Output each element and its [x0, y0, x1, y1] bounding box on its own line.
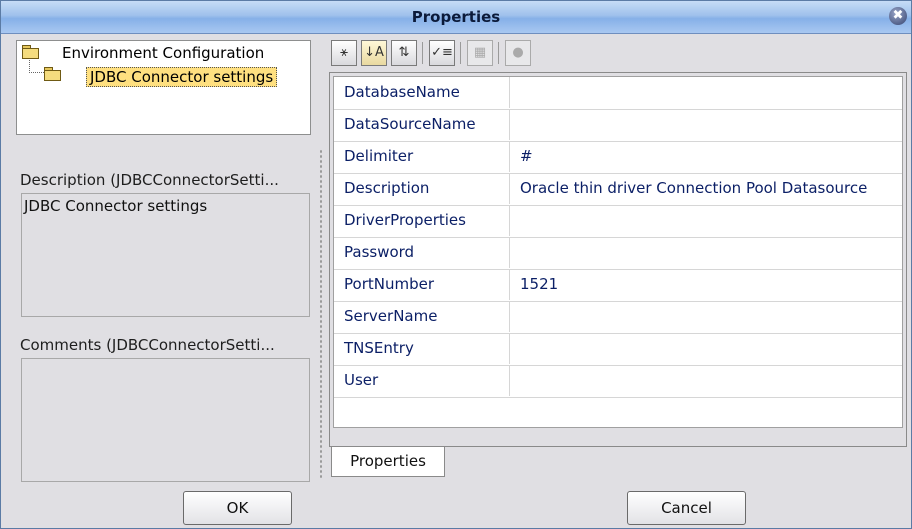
property-row[interactable]: Description Oracle thin driver Connectio…	[334, 173, 902, 206]
folder-icon	[22, 45, 39, 59]
property-value[interactable]	[510, 301, 912, 332]
categorized-icon[interactable]: ⚹	[331, 40, 357, 66]
comments-field[interactable]	[21, 358, 310, 482]
toolbar-separator	[460, 42, 461, 64]
property-name: ServerName	[334, 301, 510, 332]
cancel-button[interactable]: Cancel	[627, 491, 746, 525]
property-row[interactable]: Delimiter #	[334, 141, 902, 174]
property-name: TNSEntry	[334, 333, 510, 364]
property-value[interactable]	[510, 205, 912, 236]
sort-alphabetical-icon[interactable]: ↓A	[361, 40, 387, 66]
property-value[interactable]	[510, 77, 912, 108]
property-name: DataSourceName	[334, 109, 510, 140]
property-value[interactable]	[510, 365, 912, 396]
property-sheet: DatabaseName DataSourceName Delimiter # …	[329, 72, 907, 447]
property-name: Password	[334, 237, 510, 268]
property-value[interactable]	[510, 333, 912, 364]
property-grid: DatabaseName DataSourceName Delimiter # …	[333, 76, 903, 428]
panel-splitter[interactable]	[319, 149, 323, 479]
property-name: Delimiter	[334, 141, 510, 172]
property-name: User	[334, 365, 510, 396]
description-label: Description (JDBCConnectorSetti...	[20, 171, 279, 189]
property-name: DriverProperties	[334, 205, 510, 236]
property-value[interactable]	[510, 109, 912, 140]
property-row[interactable]: DatabaseName	[334, 77, 902, 110]
property-row[interactable]: DataSourceName	[334, 109, 902, 142]
property-name: Description	[334, 173, 510, 204]
property-value[interactable]: 1521	[510, 269, 912, 300]
tree-connector	[29, 60, 44, 73]
property-row[interactable]: TNSEntry	[334, 333, 902, 366]
properties-dialog: Properties ✖ Environment Configuration J…	[0, 0, 912, 529]
tree-item-environment-configuration[interactable]: Environment Configuration	[62, 44, 264, 62]
tree-item-jdbc-connector-settings[interactable]: JDBC Connector settings	[86, 67, 278, 87]
configuration-tree: Environment Configuration JDBC Connector…	[16, 40, 311, 135]
property-name: DatabaseName	[334, 77, 510, 108]
property-value[interactable]	[510, 237, 912, 268]
property-name: PortNumber	[334, 269, 510, 300]
description-field[interactable]: JDBC Connector settings	[21, 193, 310, 317]
property-row[interactable]: PortNumber 1521	[334, 269, 902, 302]
property-row[interactable]: User	[334, 365, 902, 398]
property-row[interactable]: ServerName	[334, 301, 902, 334]
sort-by-type-icon[interactable]: ⇅	[391, 40, 417, 66]
property-value[interactable]: #	[510, 141, 912, 172]
close-icon[interactable]: ✖	[889, 7, 907, 25]
custom-editor-icon[interactable]: ▦	[467, 40, 493, 66]
window-title: Properties	[411, 8, 501, 26]
folder-icon	[44, 67, 61, 81]
ok-button[interactable]: OK	[183, 491, 292, 525]
tab-properties[interactable]: Properties	[331, 447, 445, 477]
property-row[interactable]: Password	[334, 237, 902, 270]
toolbar-separator	[422, 42, 423, 64]
property-row[interactable]: DriverProperties	[334, 205, 902, 238]
toolbar-separator	[498, 42, 499, 64]
comments-label: Comments (JDBCConnectorSetti...	[20, 336, 275, 354]
property-value[interactable]: Oracle thin driver Connection Pool Datas…	[510, 173, 912, 204]
title-bar[interactable]: Properties ✖	[1, 1, 911, 34]
show-editable-icon[interactable]: ✓≡	[429, 40, 455, 66]
help-icon[interactable]: ●	[505, 40, 531, 66]
